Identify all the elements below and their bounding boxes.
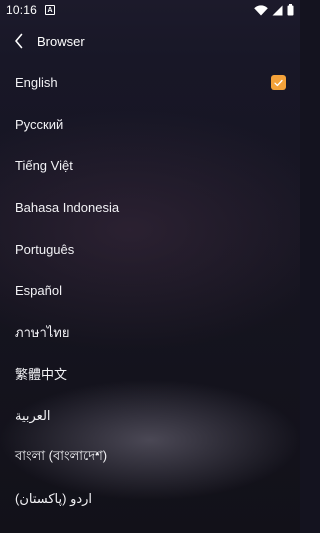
language-item-vietnamese[interactable]: Tiếng Việt <box>0 145 300 187</box>
language-item-russian[interactable]: Русский <box>0 104 300 146</box>
a-badge-icon: A <box>45 5 56 15</box>
language-label: Русский <box>15 116 64 132</box>
language-item-bengali[interactable]: বাংলা (বাংলাদেশ) <box>0 436 300 478</box>
back-button[interactable] <box>4 20 34 62</box>
language-item-arabic[interactable]: العربية <box>0 395 300 437</box>
language-label: Bahasa Indonesia <box>15 200 120 216</box>
language-label: Tiếng Việt <box>15 158 73 174</box>
battery-icon <box>287 4 294 16</box>
status-bar: 10:16 A <box>0 0 300 20</box>
wifi-icon <box>254 4 268 15</box>
language-label: ภาษาไทย <box>15 324 70 340</box>
language-item-thai[interactable]: ภาษาไทย <box>0 312 300 354</box>
language-label: Português <box>15 241 75 257</box>
chevron-left-icon <box>15 33 23 49</box>
selected-checkbox[interactable] <box>271 75 286 91</box>
language-label: English <box>15 75 58 91</box>
status-time: 10:16 <box>6 3 38 17</box>
status-icons <box>254 4 294 16</box>
language-item-portuguese[interactable]: Português <box>0 228 300 270</box>
language-label: বাংলা (বাংলাদেশ) <box>15 447 108 463</box>
language-label: 繁體中文 <box>15 367 68 383</box>
language-label: Español <box>15 283 62 299</box>
language-item-urdu[interactable]: اردو (پاکستان) <box>0 478 300 520</box>
language-label: العربية <box>15 407 51 423</box>
language-item-indonesian[interactable]: Bahasa Indonesia <box>0 187 300 229</box>
language-label: اردو (پاکستان) <box>15 490 93 506</box>
language-item-spanish[interactable]: Español <box>0 270 300 312</box>
app-header: Browser <box>0 20 300 62</box>
language-item-traditional-chinese[interactable]: 繁體中文 <box>0 353 300 395</box>
checkmark-icon <box>274 79 283 86</box>
page-title: Browser <box>37 33 85 49</box>
language-list: English Русский Tiếng Việt Bahasa Indone… <box>0 62 300 520</box>
signal-icon <box>272 5 283 15</box>
language-item-english[interactable]: English <box>0 62 300 104</box>
